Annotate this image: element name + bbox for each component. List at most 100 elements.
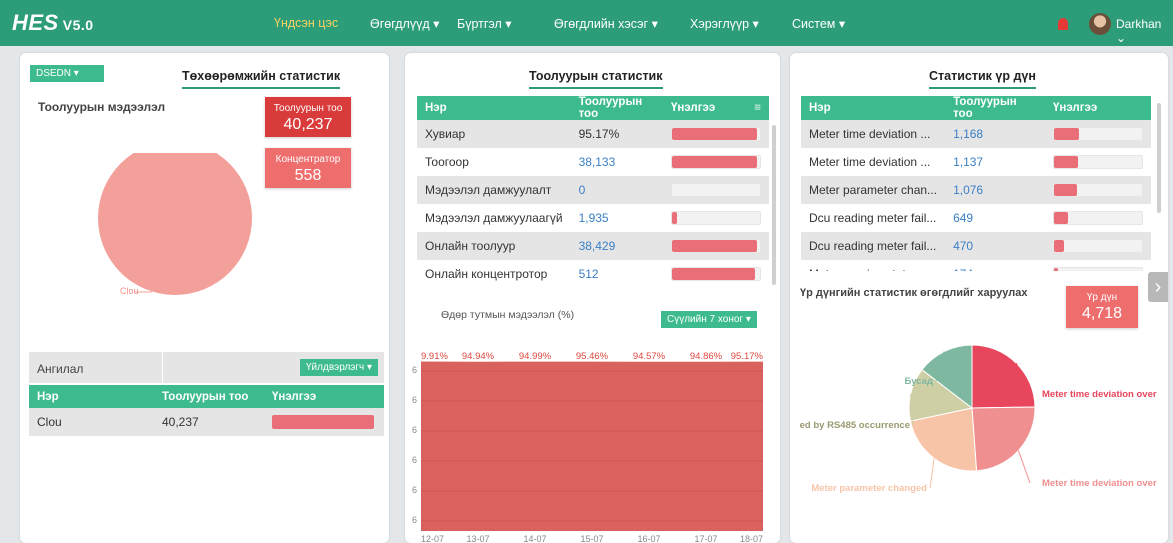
x-tick-label: 16-07 bbox=[637, 534, 660, 543]
score-bar bbox=[1054, 156, 1078, 168]
scrollbar[interactable] bbox=[772, 125, 776, 285]
col-count[interactable]: Тоолуурын тоо bbox=[945, 96, 1045, 120]
table-row[interactable]: Онлайн тоолуур 38,429 bbox=[417, 232, 769, 260]
nav-system[interactable]: Систем ▾ bbox=[792, 16, 845, 31]
manufacturer-select[interactable]: Үйлдвэрлэгч ▾ bbox=[300, 359, 379, 376]
result-pie-chart: Meter time deviation over Meter time devi… bbox=[800, 344, 1157, 494]
row-value[interactable]: 1,137 bbox=[945, 148, 1045, 176]
row-value[interactable]: 0 bbox=[570, 176, 663, 204]
row-value[interactable]: 649 bbox=[945, 204, 1045, 232]
nav-home[interactable]: Үндсэн цэс bbox=[274, 16, 338, 30]
score-bar bbox=[1054, 184, 1077, 196]
nav-data-section[interactable]: Өгөгдлийн хэсэг ▾ bbox=[554, 16, 658, 31]
row-value[interactable]: 1,076 bbox=[945, 176, 1045, 204]
data-label: 95.17% bbox=[731, 351, 764, 362]
row-name: Meter time deviation ... bbox=[809, 155, 931, 169]
nav-data[interactable]: Өгөгдлүүд ▾ bbox=[370, 16, 439, 31]
score-bar bbox=[672, 240, 758, 252]
table-row[interactable]: Онлайн концентротор 512 bbox=[417, 260, 769, 288]
device-statistics-panel: DSEDN ▾ Төхөөрөмжийн статистик Тоолуурын… bbox=[20, 53, 389, 543]
table-row[interactable]: Dcu reading meter fail... 470 bbox=[801, 232, 1151, 260]
app-logo[interactable]: HES V5.0 bbox=[12, 10, 94, 36]
y-tick-label: 6 bbox=[412, 395, 417, 405]
col-count[interactable]: Тоолуурын тоо bbox=[570, 96, 663, 120]
area-series[interactable] bbox=[421, 361, 763, 531]
score-bar bbox=[1054, 212, 1069, 224]
y-tick-label: 6 bbox=[412, 455, 417, 465]
pie-label: Meter parameter changed bbox=[811, 483, 927, 494]
row-name: Хувиар bbox=[417, 120, 571, 148]
col-name[interactable]: Нэр bbox=[417, 96, 571, 120]
score-bar bbox=[1054, 240, 1064, 252]
scrollbar[interactable] bbox=[1157, 103, 1161, 213]
nav-tools[interactable]: Хэрэглүүр ▾ bbox=[690, 16, 759, 31]
y-tick-label: 6 bbox=[412, 515, 417, 525]
row-value: 95.17% bbox=[570, 120, 663, 148]
pie-leader-line bbox=[929, 458, 935, 489]
table-row[interactable]: Мэдээлэл дамжуулаагүй 1,935 bbox=[417, 204, 769, 232]
pie-label: Meter time deviation over bbox=[1042, 478, 1157, 489]
pie-slice-clou[interactable] bbox=[98, 153, 252, 295]
chevron-right-icon[interactable]: › bbox=[1148, 272, 1168, 302]
pie-label: ed by RS485 occurrence bbox=[800, 420, 910, 431]
score-bar bbox=[272, 415, 374, 429]
x-tick-label: 17-07 bbox=[694, 534, 717, 543]
meter-info-label: Тоолуурын мэдээлэл bbox=[38, 100, 166, 114]
row-value[interactable]: 512 bbox=[571, 260, 663, 288]
table-row[interactable]: Dcu reading meter fail... 649 bbox=[801, 204, 1151, 232]
nav-registration[interactable]: Бүртгэл ▾ bbox=[457, 16, 512, 31]
menu-icon[interactable]: ≡ bbox=[754, 102, 761, 114]
pie-slice[interactable] bbox=[971, 406, 1036, 472]
row-value[interactable]: 38,133 bbox=[571, 148, 663, 176]
col-name[interactable]: Нэр bbox=[801, 96, 946, 120]
row-value[interactable]: 470 bbox=[945, 232, 1045, 260]
result-chart-title: Үр дүнгийн статистик өгөгдлийг харуулах bbox=[800, 287, 1028, 299]
y-tick-label: 6 bbox=[412, 365, 417, 375]
data-label: 94.94% bbox=[462, 351, 495, 362]
panel-title: Тоолуурын статистик bbox=[529, 69, 663, 89]
concentrator-card[interactable]: Концентратор 558 bbox=[265, 148, 351, 188]
row-value[interactable]: 38,429 bbox=[570, 232, 663, 260]
meter-statistics-panel: Тоолуурын статистик Нэр Тоолуурын тоо Үн… bbox=[405, 53, 780, 543]
row-value[interactable]: 1,935 bbox=[571, 204, 663, 232]
col-score[interactable]: Үнэлгээ bbox=[1045, 96, 1151, 120]
result-statistics-panel: Статистик үр дүн Нэр Тоолуурын тоо Үнэлг… bbox=[790, 53, 1168, 543]
range-select[interactable]: Сүүлийн 7 хоног ▾ bbox=[661, 311, 757, 328]
chevron-down-icon: ⌄ bbox=[1116, 31, 1127, 45]
score-bar bbox=[672, 156, 758, 168]
col-score[interactable]: Үнэлгээ ≡ bbox=[663, 96, 769, 120]
col-count[interactable]: Тоолуурын тоо bbox=[154, 385, 264, 408]
y-tick-label: 6 bbox=[412, 485, 417, 495]
row-name: Онлайн тоолуур bbox=[417, 232, 571, 260]
pie-leader-line bbox=[1017, 450, 1031, 484]
pie-label: Clou bbox=[120, 286, 139, 296]
user-menu[interactable]: Darkhan ⌄ bbox=[1116, 17, 1173, 45]
meter-stats-table: Нэр Тоолуурын тоо Үнэлгээ ≡ Хувиар 95.17%… bbox=[417, 96, 769, 288]
score-bar bbox=[672, 212, 678, 224]
x-tick-label: 15-07 bbox=[580, 534, 603, 543]
pie-label: Meter time deviation over bbox=[1042, 389, 1157, 400]
score-bar bbox=[672, 128, 758, 140]
row-name: Тоогоор bbox=[425, 155, 469, 169]
x-tick-label: 13-07 bbox=[466, 534, 489, 543]
row-name: Dcu reading meter fail... bbox=[801, 232, 946, 260]
data-label: 95.46% bbox=[576, 351, 609, 362]
bell-icon[interactable] bbox=[1058, 18, 1068, 30]
pie-slice[interactable] bbox=[971, 344, 1036, 409]
table-row[interactable]: Meter time deviation ... 1,168 bbox=[801, 120, 1151, 148]
col-name[interactable]: Нэр bbox=[29, 385, 154, 408]
table-row[interactable]: Мэдээлэл дамжуулалт 0 bbox=[417, 176, 769, 204]
table-row[interactable]: Хувиар 95.17% bbox=[417, 120, 769, 148]
data-label: 94.86% bbox=[690, 351, 723, 362]
table-row[interactable]: Тоогоор 38,133 bbox=[417, 148, 769, 176]
avatar[interactable] bbox=[1089, 13, 1111, 35]
meter-count-card[interactable]: Тоолуурын тоо 40,237 bbox=[265, 97, 351, 137]
data-label: 94.99% bbox=[519, 351, 552, 362]
table-row[interactable]: Meter parameter chan... 1,076 bbox=[801, 176, 1151, 204]
table-row[interactable]: Meter time deviation ... 1,137 bbox=[801, 148, 1151, 176]
row-name: Мэдээлэл дамжуулаагүй bbox=[425, 211, 563, 225]
col-score[interactable]: Үнэлгээ bbox=[264, 385, 384, 408]
organization-select[interactable]: DSEDN ▾ bbox=[30, 65, 104, 82]
table-row[interactable]: Clou 40,237 bbox=[29, 408, 384, 436]
row-value[interactable]: 1,168 bbox=[945, 120, 1045, 148]
